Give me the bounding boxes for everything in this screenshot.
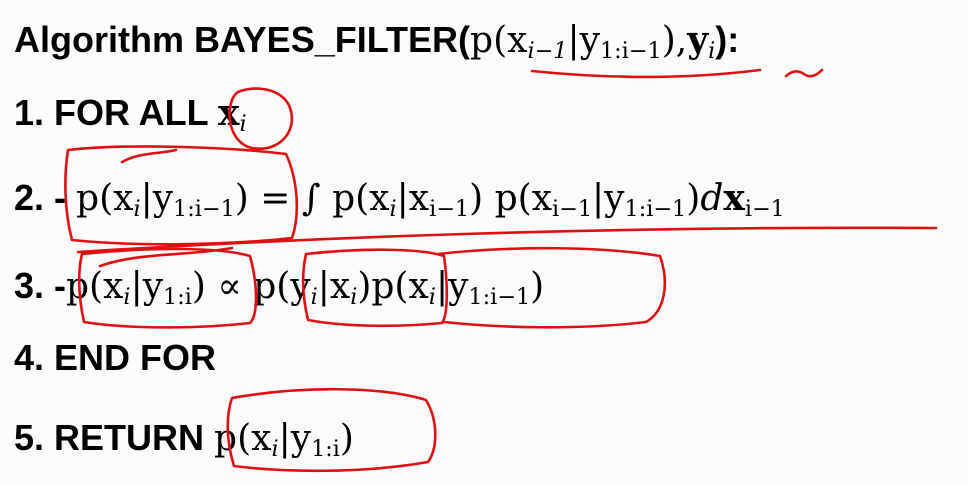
strike-step2-lhs [120,148,178,164]
underline-title-belief [530,68,762,79]
underline-step2 [76,226,938,254]
title-close: ): [715,19,740,60]
title-argument-belief: p(xi−1|y1:i−1), [470,20,688,65]
algorithm-title-label: Algorithm BAYES_FILTER( [14,19,471,60]
ink-annotations [64,68,938,473]
update-equation: p(xi|y1:i) ∝ p(yi|xi)p(xi|y1:i−1) [66,266,545,311]
step-2-prediction: 2. - p(xi|y1:i−1) = ∫ p(xi|xi−1) p(xi−1|… [14,177,785,223]
title-argument-measurement: yi [687,19,716,65]
strike-step3-lhs [98,246,234,268]
slide: Algorithm BAYES_FILTER(p(xi−1|y1:i−1),yi… [0,0,968,485]
step-2-label: 2. - [14,177,67,218]
squiggle-title-yi [784,68,824,78]
step-1: 1. FOR ALL xi [14,92,247,138]
step-5-label: 5. RETURN [14,417,205,458]
step-5-return: 5. RETURN p(xi|y1:i) [14,417,354,463]
prediction-equation: p(xi|y1:i−1) = ∫ p(xi|xi−1) p(xi−1|y1:i−… [76,177,785,223]
step-3-label: 3. - [14,265,67,306]
step-1-label: 1. FOR ALL [14,92,209,133]
step-1-variable: xi [218,92,247,138]
step-4: 4. END FOR [14,340,216,376]
return-expression: p(xi|y1:i) [214,418,354,463]
algorithm-title: Algorithm BAYES_FILTER(p(xi−1|y1:i−1),yi… [14,19,740,65]
step-4-label: 4. END FOR [14,337,217,378]
step-3-update: 3. -p(xi|y1:i) ∝ p(yi|xi)p(xi|y1:i−1) [14,265,545,311]
